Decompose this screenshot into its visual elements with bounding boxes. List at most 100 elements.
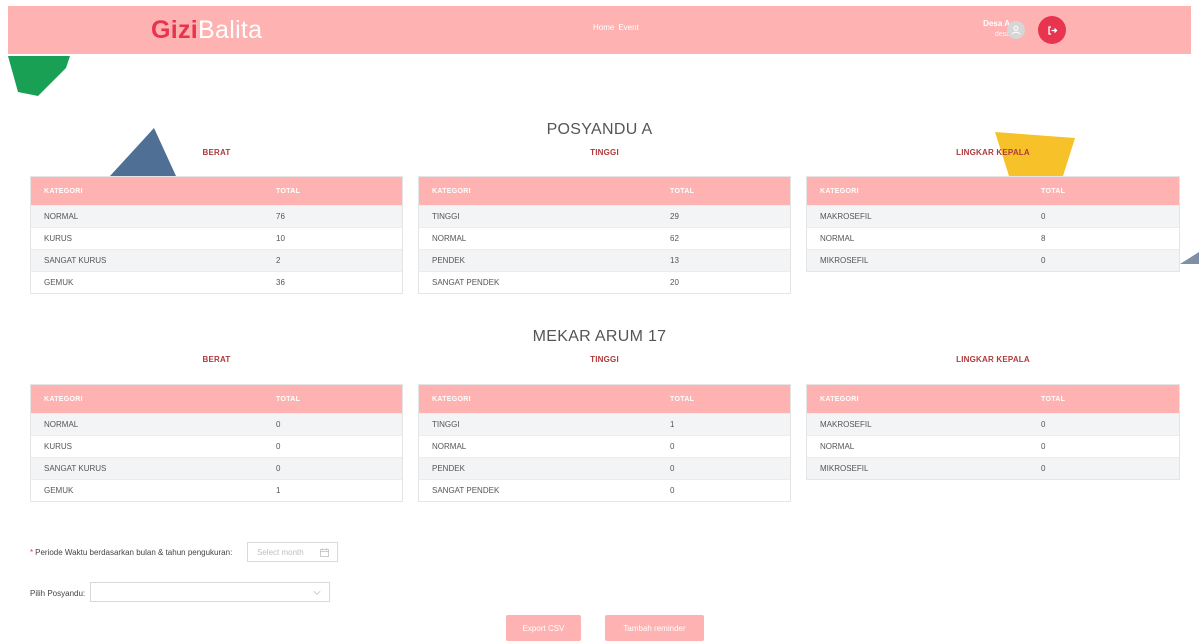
header-total: TOTAL bbox=[276, 187, 301, 195]
decor-blue-sliver bbox=[1180, 252, 1199, 264]
cell-kategori: PENDEK bbox=[432, 256, 465, 265]
header-total: TOTAL bbox=[670, 187, 695, 195]
label-colon: : bbox=[82, 588, 86, 598]
table-header: KATEGORI TOTAL bbox=[807, 385, 1179, 413]
posyandu-row: Pilih Posyandu: bbox=[30, 586, 85, 600]
table-row: NORMAL 62 bbox=[419, 227, 790, 249]
posyandu-label: Pilih Posyandu bbox=[30, 588, 83, 598]
table-row: SANGAT KURUS 0 bbox=[31, 457, 402, 479]
user-name: Desa A bbox=[983, 19, 1010, 28]
table-header: KATEGORI TOTAL bbox=[807, 177, 1179, 205]
cell-kategori: MIKROSEFIL bbox=[820, 464, 869, 473]
group-title-1: POSYANDU A bbox=[546, 121, 653, 138]
table-header: KATEGORI TOTAL bbox=[419, 385, 790, 413]
header-total: TOTAL bbox=[1041, 395, 1066, 403]
logout-button[interactable] bbox=[1038, 16, 1066, 44]
user-icon bbox=[1011, 25, 1021, 35]
table-row: SANGAT PENDEK 0 bbox=[419, 479, 790, 501]
table-row: NORMAL 0 bbox=[419, 435, 790, 457]
page: GiziBalita Home Event Desa A desa POSYAND… bbox=[0, 0, 1199, 641]
cell-kategori: PENDEK bbox=[432, 464, 465, 473]
cell-total: 36 bbox=[276, 278, 285, 287]
table-row: PENDEK 0 bbox=[419, 457, 790, 479]
table-row: SANGAT PENDEK 20 bbox=[419, 271, 790, 293]
table-row: MIKROSEFIL 0 bbox=[807, 457, 1179, 479]
cell-total: 1 bbox=[670, 420, 675, 429]
header-kategori: KATEGORI bbox=[432, 187, 471, 195]
table-lingkar-2: KATEGORI TOTAL MAKROSEFIL 0 NORMAL 0 MIKROS… bbox=[806, 384, 1180, 480]
cell-total: 10 bbox=[276, 234, 285, 243]
cell-total: 0 bbox=[276, 420, 281, 429]
subtitle-lingkar-2: LINGKAR KEPALA bbox=[956, 355, 1030, 364]
main-nav: Home Event bbox=[593, 23, 643, 32]
cell-kategori: NORMAL bbox=[44, 420, 79, 429]
cell-total: 8 bbox=[1041, 234, 1046, 243]
cell-kategori: SANGAT PENDEK bbox=[432, 486, 500, 495]
cell-kategori: NORMAL bbox=[820, 234, 855, 243]
table-row: NORMAL 76 bbox=[31, 205, 402, 227]
user-avatar[interactable] bbox=[1007, 21, 1025, 39]
subtitle-berat-1: BERAT bbox=[202, 148, 231, 157]
header-kategori: KATEGORI bbox=[432, 395, 471, 403]
cell-total: 0 bbox=[1041, 442, 1046, 451]
chevron-down-icon bbox=[313, 590, 321, 596]
cell-total: 0 bbox=[670, 442, 675, 451]
label-colon: : bbox=[230, 547, 233, 557]
table-tinggi-1: KATEGORI TOTAL TINGGI 29 NORMAL 62 PENDEK 13… bbox=[418, 176, 791, 294]
nav-home-link[interactable]: Home bbox=[593, 23, 614, 32]
tambah-reminder-button[interactable]: Tambah reminder bbox=[605, 615, 704, 641]
required-mark: * bbox=[30, 547, 34, 557]
header-kategori: KATEGORI bbox=[44, 395, 83, 403]
table-lingkar-1: KATEGORI TOTAL MAKROSEFIL 0 NORMAL 8 MIKROS… bbox=[806, 176, 1180, 272]
logo-text-balita: Balita bbox=[198, 16, 263, 44]
nav-event-link[interactable]: Event bbox=[618, 23, 638, 32]
cell-total: 13 bbox=[670, 256, 679, 265]
app-logo[interactable]: GiziBalita bbox=[151, 16, 262, 44]
table-row: GEMUK 1 bbox=[31, 479, 402, 501]
user-info: Desa A desa bbox=[970, 18, 1010, 40]
month-picker[interactable]: Select month bbox=[247, 542, 338, 562]
cell-kategori: NORMAL bbox=[432, 442, 467, 451]
periode-label: Periode Waktu berdasarkan bulan & tahun … bbox=[35, 547, 231, 557]
table-row: KURUS 0 bbox=[31, 435, 402, 457]
cell-total: 0 bbox=[1041, 464, 1046, 473]
cell-total: 29 bbox=[670, 212, 679, 221]
table-row: NORMAL 0 bbox=[31, 413, 402, 435]
header-total: TOTAL bbox=[276, 395, 301, 403]
table-row: SANGAT KURUS 2 bbox=[31, 249, 402, 271]
periode-row: * Periode Waktu berdasarkan bulan & tahu… bbox=[30, 545, 232, 559]
cell-kategori: TINGGI bbox=[432, 420, 460, 429]
cell-kategori: SANGAT KURUS bbox=[44, 256, 107, 265]
cell-total: 0 bbox=[1041, 256, 1046, 265]
logout-icon bbox=[1047, 25, 1057, 35]
cell-kategori: GEMUK bbox=[44, 278, 74, 287]
cell-total: 0 bbox=[276, 464, 281, 473]
cell-total: 62 bbox=[670, 234, 679, 243]
table-row: MAKROSEFIL 0 bbox=[807, 205, 1179, 227]
group-title-2: MEKAR ARUM 17 bbox=[532, 328, 667, 345]
cell-total: 2 bbox=[276, 256, 281, 265]
header-kategori: KATEGORI bbox=[820, 395, 859, 403]
month-picker-placeholder: Select month bbox=[257, 547, 304, 557]
table-tinggi-2: KATEGORI TOTAL TINGGI 1 NORMAL 0 PENDEK 0 SA… bbox=[418, 384, 791, 502]
header-total: TOTAL bbox=[1041, 187, 1066, 195]
logo-text-gizi: Gizi bbox=[151, 16, 199, 44]
table-berat-2: KATEGORI TOTAL NORMAL 0 KURUS 0 SANGAT KURU… bbox=[30, 384, 403, 502]
table-berat-1: KATEGORI TOTAL NORMAL 76 KURUS 10 SANGAT KU… bbox=[30, 176, 403, 294]
cell-total: 0 bbox=[1041, 212, 1046, 221]
cell-kategori: SANGAT KURUS bbox=[44, 464, 107, 473]
subtitle-tinggi-1: TINGGI bbox=[590, 148, 619, 157]
table-header: KATEGORI TOTAL bbox=[419, 177, 790, 205]
table-row: NORMAL 0 bbox=[807, 435, 1179, 457]
cell-kategori: TINGGI bbox=[432, 212, 460, 221]
subtitle-berat-2: BERAT bbox=[202, 355, 231, 364]
posyandu-select[interactable] bbox=[90, 582, 330, 602]
cell-kategori: MAKROSEFIL bbox=[820, 420, 872, 429]
table-row: TINGGI 29 bbox=[419, 205, 790, 227]
subtitle-lingkar-1: LINGKAR KEPALA bbox=[956, 148, 1030, 157]
header-kategori: KATEGORI bbox=[44, 187, 83, 195]
header-kategori: KATEGORI bbox=[820, 187, 859, 195]
cell-kategori: NORMAL bbox=[432, 234, 467, 243]
export-csv-button[interactable]: Export CSV bbox=[506, 615, 581, 641]
table-row: MAKROSEFIL 0 bbox=[807, 413, 1179, 435]
